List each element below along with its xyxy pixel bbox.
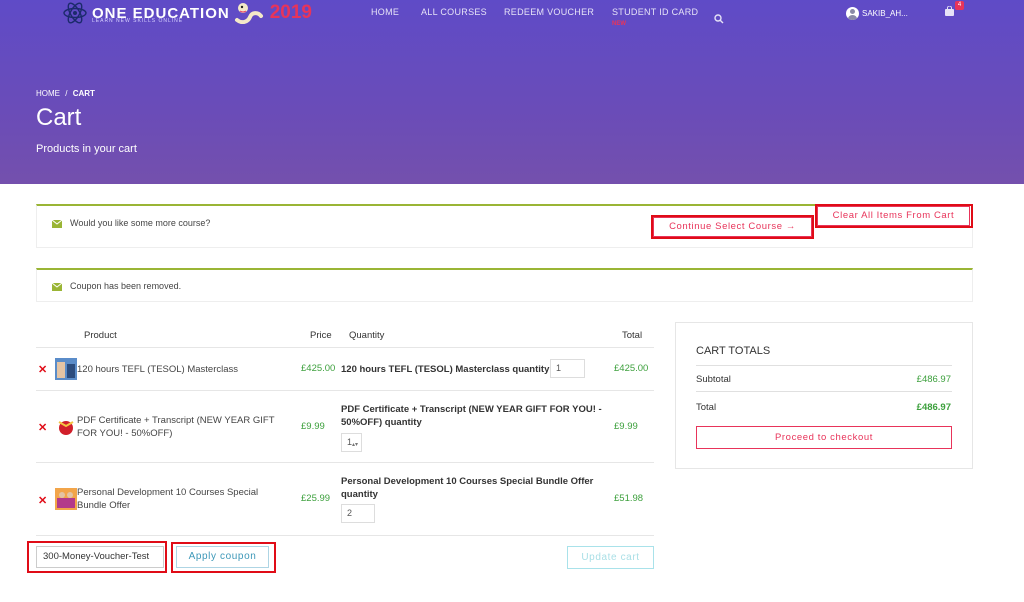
stepper-arrows-icon[interactable]: ▴▾ <box>352 437 358 454</box>
highlight-frame <box>651 215 814 239</box>
product-name-line: PDF Certificate + Transcript (NEW YEAR G… <box>77 415 275 426</box>
line-total: £51.98 <box>614 493 644 504</box>
quantity-stepper[interactable]: 1 ▴▾ <box>341 433 362 452</box>
breadcrumb-home[interactable]: HOME <box>36 89 60 98</box>
product-price: £9.99 <box>301 421 325 432</box>
row-divider <box>36 347 654 348</box>
cart-totals-title: CART TOTALS <box>696 345 771 357</box>
row-divider <box>36 462 654 463</box>
highlight-frame <box>27 541 167 573</box>
product-name[interactable]: 120 hours TEFL (TESOL) Masterclass <box>77 363 238 376</box>
quantity-label-line: quantity <box>341 489 378 500</box>
product-name[interactable]: PDF Certificate + Transcript (NEW YEAR G… <box>77 414 275 440</box>
new-badge: NEW <box>612 21 626 27</box>
row-divider <box>36 535 654 536</box>
avatar <box>846 7 859 20</box>
envelope-icon <box>52 220 62 228</box>
quantity-label: 120 hours TEFL (TESOL) Masterclass quant… <box>341 364 550 375</box>
highlight-frame <box>171 542 276 573</box>
notice-message: Coupon has been removed. <box>70 281 182 291</box>
page-title: Cart <box>36 104 82 131</box>
column-header-quantity: Quantity <box>349 330 385 341</box>
divider <box>696 365 952 366</box>
divider <box>696 391 952 392</box>
product-name-line: Bundle Offer <box>77 500 131 511</box>
quantity-label-line: 50%OFF) quantity <box>341 417 422 428</box>
envelope-icon <box>52 283 62 291</box>
total-value: £486.97 <box>916 402 951 413</box>
nav-redeem-voucher[interactable]: REDEEM VOUCHER <box>504 7 594 17</box>
product-name-line: Personal Development 10 Courses Special <box>77 487 259 498</box>
line-total: £425.00 <box>614 363 649 374</box>
remove-item-icon[interactable]: ✕ <box>38 421 47 434</box>
subtotal-label: Subtotal <box>696 374 731 385</box>
cart-totals-panel: CART TOTALS Subtotal £486.97 Total £486.… <box>675 322 973 469</box>
quantity-label-line: Personal Development 10 Courses Special … <box>341 476 594 487</box>
total-label: Total <box>696 402 717 413</box>
quantity-label-line: PDF Certificate + Transcript (NEW YEAR G… <box>341 404 602 415</box>
page-header: ONE EDUCATION LEARN NEW SKILLS ONLINE 20… <box>0 0 1024 184</box>
product-thumbnail[interactable] <box>55 488 77 510</box>
remove-item-icon[interactable]: ✕ <box>38 363 47 376</box>
product-name-line: FOR YOU! - 50%OFF) <box>77 428 173 439</box>
nav-student-id-card[interactable]: STUDENT ID CARD <box>612 7 698 17</box>
column-header-total: Total <box>622 330 643 341</box>
column-header-product: Product <box>84 330 117 341</box>
line-total: £9.99 <box>614 421 638 432</box>
column-header-price: Price <box>310 330 332 341</box>
breadcrumb-separator: / <box>65 89 68 98</box>
product-price: £25.99 <box>301 493 331 504</box>
quantity-input[interactable]: 1 <box>550 359 585 378</box>
quantity-input[interactable]: 2 <box>341 504 375 523</box>
coupon-removed-notice: Coupon has been removed. <box>36 268 973 302</box>
quantity-label: PDF Certificate + Transcript (NEW YEAR G… <box>341 403 602 429</box>
product-price: £425.00 <box>301 363 336 374</box>
quantity-label: Personal Development 10 Courses Special … <box>341 475 593 501</box>
page-subtitle: Products in your cart <box>36 143 137 155</box>
product-thumbnail[interactable] <box>55 358 77 380</box>
highlight-frame <box>815 204 973 228</box>
row-divider <box>36 390 654 391</box>
update-cart-button[interactable]: Update cart <box>567 546 654 569</box>
product-thumbnail[interactable] <box>55 416 77 438</box>
search-icon[interactable] <box>714 14 724 24</box>
nav-home[interactable]: HOME <box>371 7 399 17</box>
product-name[interactable]: Personal Development 10 Courses Special … <box>77 486 258 512</box>
subtotal-value: £486.97 <box>916 374 951 385</box>
remove-item-icon[interactable]: ✕ <box>38 494 47 507</box>
notice-message: Would you like some more course? <box>70 218 211 228</box>
cart-count-badge: 4 <box>955 1 964 10</box>
user-name: SAKIB_AH... <box>862 9 908 18</box>
proceed-to-checkout-button[interactable]: Proceed to checkout <box>696 426 952 449</box>
user-menu[interactable]: SAKIB_AH... <box>846 7 908 20</box>
nav-all-courses[interactable]: ALL COURSES <box>421 7 487 17</box>
breadcrumb: HOME / CART <box>36 89 95 98</box>
cart-icon[interactable] <box>944 6 955 17</box>
breadcrumb-current: CART <box>72 89 95 98</box>
